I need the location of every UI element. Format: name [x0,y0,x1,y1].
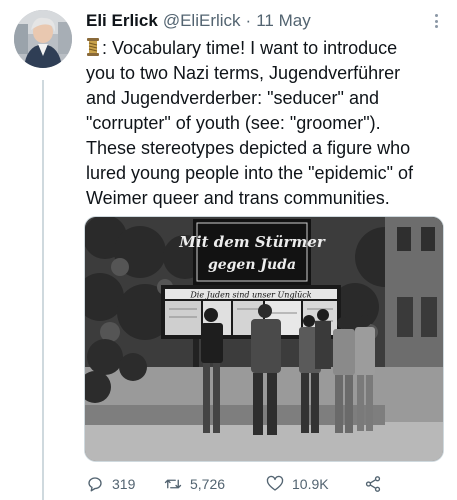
tweet-text: : Vocabulary time! I want to introduce y… [86,38,413,208]
retweet-icon [164,479,182,489]
tweet-text-container: : Vocabulary time! I want to introduce y… [86,36,448,211]
like-count: 10.9K [292,476,329,492]
sign-line-1: Mit dem Stürmer [178,233,326,251]
author-name[interactable]: Eli Erlick [86,11,158,31]
separator-dot: · [245,11,252,30]
share-icon [365,476,381,492]
board-caption: Die Juden sind unser Unglück [189,291,311,300]
tweet-photo[interactable]: Mit dem Stürmer gegen Juda Die Juden sin… [84,216,444,462]
reply-icon [88,477,102,492]
thread-spool-icon [87,38,99,56]
more-options-icon[interactable] [429,12,443,30]
retweet-button[interactable]: 5,726 [164,474,225,494]
tweet-actions: 319 5,726 10.9K [86,474,386,494]
tweet-header: Eli Erlick @EliErlick · 11 May [86,10,443,32]
heart-icon [266,475,284,491]
author-handle[interactable]: @EliErlick [163,11,241,31]
retweet-count: 5,726 [190,476,226,492]
share-button[interactable] [364,474,390,494]
avatar[interactable] [14,10,72,68]
like-button[interactable]: 10.9K [266,474,329,494]
tweet-date[interactable]: 11 May [256,11,311,31]
reply-button[interactable]: 319 [86,474,135,494]
thread-connector-line [42,80,44,500]
reply-count: 319 [112,476,136,492]
sign-line-2: gegen Juda [208,257,296,273]
